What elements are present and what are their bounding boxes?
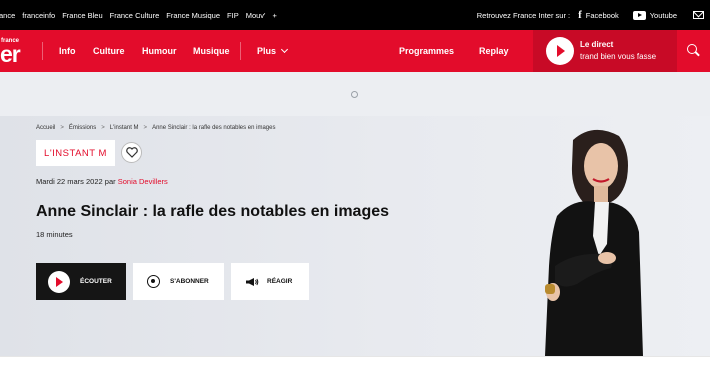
subscribe-label: S'abonner bbox=[170, 278, 209, 285]
subscribe-button[interactable]: S'abonner bbox=[133, 263, 224, 300]
listen-button[interactable]: Écouter bbox=[36, 263, 126, 300]
react-label: Réagir bbox=[267, 278, 293, 285]
network-link-france[interactable]: ance bbox=[0, 11, 15, 20]
breadcrumb: Accueil > Émissions > L'instant M > Anne… bbox=[36, 125, 275, 131]
nav-item-info[interactable]: Info bbox=[59, 30, 76, 72]
live-player[interactable]: Le direct trand bien vous fasse bbox=[533, 30, 677, 72]
episode-duration: 18 minutes bbox=[36, 230, 73, 239]
episode-hero: Accueil > Émissions > L'instant M > Anne… bbox=[0, 116, 710, 356]
follow-label: Retrouvez France Inter sur : bbox=[476, 10, 571, 20]
logo-big-text: er bbox=[0, 41, 21, 67]
network-link-franceinfo[interactable]: franceinfo bbox=[22, 11, 55, 20]
chevron-down-icon bbox=[280, 45, 289, 54]
podcast-icon bbox=[147, 275, 160, 288]
breadcrumb-show[interactable]: L'instant M bbox=[110, 125, 139, 131]
nav-item-musique[interactable]: Musique bbox=[193, 30, 230, 72]
network-bar: ance franceinfo France Bleu France Cultu… bbox=[0, 0, 710, 30]
nav-item-humour[interactable]: Humour bbox=[142, 30, 177, 72]
nav-item-culture[interactable]: Culture bbox=[93, 30, 125, 72]
breadcrumb-current: Anne Sinclair : la rafle des notables en… bbox=[152, 125, 276, 131]
facebook-icon: f bbox=[578, 9, 582, 21]
breadcrumb-emissions[interactable]: Émissions bbox=[69, 125, 96, 131]
episode-date: Mardi 22 mars 2022 par bbox=[36, 177, 116, 186]
info-icon[interactable] bbox=[351, 91, 358, 98]
facebook-link[interactable]: f Facebook bbox=[578, 9, 619, 21]
network-link-france-culture[interactable]: France Culture bbox=[110, 11, 160, 20]
play-icon bbox=[48, 270, 70, 293]
mail-icon[interactable] bbox=[693, 11, 704, 19]
network-link-mouv[interactable]: Mouv' bbox=[246, 11, 266, 20]
network-links: ance franceinfo France Bleu France Cultu… bbox=[0, 0, 277, 30]
episode-author[interactable]: Sonia Devillers bbox=[118, 177, 168, 186]
live-play-icon[interactable] bbox=[546, 37, 574, 65]
nav-item-programmes[interactable]: Programmes bbox=[399, 30, 454, 72]
ad-banner bbox=[0, 72, 710, 116]
host-portrait bbox=[545, 129, 643, 356]
youtube-label: Youtube bbox=[649, 10, 677, 20]
listen-label: Écouter bbox=[80, 278, 112, 285]
facebook-label: Facebook bbox=[585, 10, 619, 20]
social-links: Retrouvez France Inter sur : f Facebook … bbox=[477, 0, 710, 30]
show-tag[interactable]: L'INSTANT M bbox=[36, 140, 115, 166]
breadcrumb-separator-icon: > bbox=[60, 125, 64, 131]
nav-item-more[interactable]: Plus bbox=[257, 30, 289, 72]
nav-more-label: Plus bbox=[257, 46, 277, 56]
network-link-fip[interactable]: FIP bbox=[227, 11, 239, 20]
live-subtitle: trand bien vous fasse bbox=[580, 52, 657, 61]
favorite-button[interactable] bbox=[121, 142, 142, 163]
breadcrumb-home[interactable]: Accueil bbox=[36, 125, 55, 131]
episode-meta: Mardi 22 mars 2022 par Sonia Devillers bbox=[36, 177, 168, 186]
france-inter-logo[interactable]: france er bbox=[0, 36, 22, 67]
breadcrumb-separator-icon: > bbox=[101, 125, 105, 131]
megaphone-icon bbox=[246, 277, 259, 286]
episode-title: Anne Sinclair : la rafle des notables en… bbox=[36, 203, 390, 220]
heart-icon bbox=[125, 147, 138, 158]
network-link-france-musique[interactable]: France Musique bbox=[166, 11, 220, 20]
nav-item-replay[interactable]: Replay bbox=[479, 30, 509, 72]
react-button[interactable]: Réagir bbox=[231, 263, 309, 300]
search-icon[interactable] bbox=[687, 44, 699, 56]
youtube-link[interactable]: Youtube bbox=[632, 10, 677, 20]
page-bottom bbox=[0, 356, 710, 375]
main-nav: france er Info Culture Humour Musique Pl… bbox=[0, 30, 710, 72]
network-link-france-bleu[interactable]: France Bleu bbox=[62, 11, 102, 20]
breadcrumb-separator-icon: > bbox=[143, 125, 148, 131]
live-title: Le direct bbox=[580, 40, 614, 49]
youtube-icon bbox=[632, 10, 646, 20]
network-link-more[interactable]: + bbox=[272, 11, 276, 20]
